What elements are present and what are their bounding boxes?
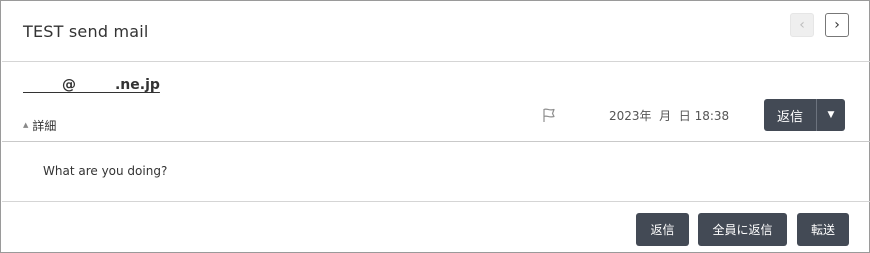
caret-up-icon: ▲ (23, 120, 29, 129)
mail-footer: 返信 全員に返信 転送 (2, 201, 870, 253)
forward-button[interactable]: 転送 (797, 213, 849, 246)
mail-viewer: TEST send mail ‹ › @ .ne.jp ▲ 詳細 2023年 月… (0, 0, 870, 253)
reply-split-button: 返信 ▼ (764, 99, 845, 131)
chevron-left-icon: ‹ (799, 17, 805, 33)
footer-reply-button[interactable]: 返信 (636, 213, 689, 246)
mail-meta: @ .ne.jp ▲ 詳細 2023年 月 日 18:38 返信 ▼ (2, 63, 870, 142)
mail-subject: TEST send mail (23, 22, 149, 41)
mail-date: 2023年 月 日 18:38 (609, 109, 730, 123)
reply-options-button[interactable]: ▼ (817, 99, 845, 131)
next-mail-button[interactable]: › (825, 13, 849, 37)
chevron-right-icon: › (834, 17, 840, 33)
details-label: 詳細 (32, 119, 57, 133)
flag-icon[interactable] (541, 107, 557, 123)
mail-header: TEST send mail ‹ › (2, 2, 870, 62)
details-toggle[interactable]: ▲ 詳細 (23, 117, 56, 134)
sender-address[interactable]: @ .ne.jp (23, 77, 160, 93)
reply-all-button[interactable]: 全員に返信 (698, 213, 787, 246)
previous-mail-button[interactable]: ‹ (790, 13, 814, 37)
caret-down-icon: ▼ (827, 110, 835, 120)
reply-button[interactable]: 返信 (764, 99, 816, 131)
mail-body: What are you doing? (43, 164, 168, 178)
